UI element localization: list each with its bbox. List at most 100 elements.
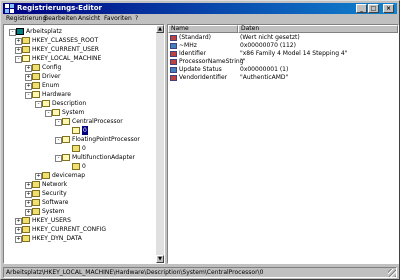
expand-icon[interactable]: + bbox=[15, 236, 22, 243]
folder-open-icon bbox=[62, 118, 70, 125]
tree-node-label[interactable]: HKEY_CURRENT_CONFIG bbox=[32, 225, 106, 234]
value-row[interactable]: Update Status 0x00000001 (1) bbox=[168, 66, 398, 74]
status-bar: Arbeitsplatz\HKEY_LOCAL_MACHINE\Hardware… bbox=[3, 267, 397, 278]
folder-icon bbox=[32, 181, 40, 188]
tree-node-label[interactable]: CentralProcessor bbox=[72, 117, 123, 126]
folder-open-icon bbox=[22, 55, 30, 62]
tree-node-label[interactable]: 0 bbox=[82, 162, 86, 171]
tree-node-label[interactable]: Driver bbox=[42, 72, 60, 81]
expand-icon[interactable]: + bbox=[15, 218, 22, 225]
expand-icon[interactable]: + bbox=[25, 191, 32, 198]
expand-icon[interactable]: + bbox=[25, 209, 32, 216]
value-row[interactable]: ProcessorNameString "" bbox=[168, 58, 398, 66]
string-value-icon bbox=[170, 59, 177, 65]
title-bar[interactable]: Registrierungs-Editor _ □ × bbox=[3, 3, 397, 14]
value-row[interactable]: ~MHz 0x00000070 (112) bbox=[168, 42, 398, 50]
value-data: 0x00000070 (112) bbox=[240, 42, 296, 49]
string-value-icon bbox=[170, 51, 177, 57]
collapse-icon[interactable]: - bbox=[55, 137, 62, 144]
tree-node-label[interactable]: HKEY_LOCAL_MACHINE bbox=[32, 54, 101, 63]
tree-node-label[interactable]: System bbox=[62, 108, 84, 117]
tree-node-label[interactable]: Enum bbox=[42, 81, 59, 90]
tree-node-label[interactable]: Hardware bbox=[42, 90, 71, 99]
close-button[interactable]: × bbox=[383, 4, 394, 13]
folder-open-icon bbox=[62, 136, 70, 143]
menu-registrierung[interactable]: Registrierung bbox=[6, 14, 46, 23]
column-header-name[interactable]: Name bbox=[168, 25, 238, 33]
collapse-icon[interactable]: - bbox=[55, 119, 62, 126]
folder-icon bbox=[22, 37, 30, 44]
binary-value-icon bbox=[170, 67, 177, 73]
scroll-up-icon[interactable]: ▲ bbox=[156, 25, 164, 33]
value-data: "x86 Family 4 Model 14 Stepping 4" bbox=[240, 50, 348, 57]
tree-node-label[interactable]: HKEY_CLASSES_ROOT bbox=[32, 36, 98, 45]
folder-icon bbox=[22, 217, 30, 224]
menu-favoriten[interactable]: Favoriten bbox=[104, 14, 132, 23]
tree-node-label[interactable]: Arbeitsplatz bbox=[26, 27, 62, 36]
tree-node-label[interactable]: 0 bbox=[82, 126, 88, 135]
folder-icon bbox=[32, 208, 40, 215]
expand-icon[interactable]: + bbox=[25, 200, 32, 207]
folder-icon bbox=[32, 64, 40, 71]
folder-icon bbox=[32, 199, 40, 206]
registry-tree-pane[interactable]: - Arbeitsplatz + HKEY_CLASSES_ROOT + HKEY_CUR… bbox=[3, 24, 165, 264]
tree-vertical-scrollbar[interactable]: ▲ ▼ bbox=[156, 25, 164, 263]
tree-node-label[interactable]: Network bbox=[42, 180, 67, 189]
tree-node-label[interactable]: Security bbox=[42, 189, 67, 198]
registry-editor-icon bbox=[5, 4, 14, 13]
value-row[interactable]: VendorIdentifier "AuthenticAMD" bbox=[168, 74, 398, 82]
value-row[interactable]: (Standard) (Wert nicht gesetzt) bbox=[168, 34, 398, 42]
folder-icon bbox=[32, 190, 40, 197]
expand-icon[interactable]: + bbox=[25, 74, 32, 81]
expand-icon[interactable]: + bbox=[25, 65, 32, 72]
menu-bearbeiten[interactable]: Bearbeiten bbox=[44, 14, 77, 23]
folder-icon bbox=[32, 82, 40, 89]
tree-node-label[interactable]: HKEY_DYN_DATA bbox=[32, 234, 82, 243]
tree-node-label[interactable]: System bbox=[42, 207, 64, 216]
binary-value-icon bbox=[170, 43, 177, 49]
tree-node-label[interactable]: devicemap bbox=[52, 171, 85, 180]
value-name: (Standard) bbox=[179, 34, 211, 41]
folder-icon bbox=[72, 145, 80, 152]
menu-help[interactable]: ? bbox=[135, 14, 138, 23]
tree-node-label[interactable]: FloatingPointProcessor bbox=[72, 135, 140, 144]
folder-open-icon bbox=[32, 91, 40, 98]
expand-icon[interactable]: + bbox=[35, 173, 42, 180]
maximize-button[interactable]: □ bbox=[368, 4, 379, 13]
value-name: VendorIdentifier bbox=[179, 74, 228, 81]
value-name: Identifier bbox=[179, 50, 207, 57]
expand-icon[interactable]: + bbox=[15, 47, 22, 54]
value-row[interactable]: Identifier "x86 Family 4 Model 14 Steppin… bbox=[168, 50, 398, 58]
expand-icon[interactable]: + bbox=[15, 227, 22, 234]
expand-icon[interactable]: + bbox=[25, 83, 32, 90]
computer-icon bbox=[16, 28, 24, 35]
tree-node-label[interactable]: Config bbox=[42, 63, 61, 72]
tree-node-label[interactable]: Description bbox=[52, 99, 86, 108]
minimize-button[interactable]: _ bbox=[356, 4, 367, 13]
expand-icon[interactable]: + bbox=[15, 38, 22, 45]
tree-node-label[interactable]: Software bbox=[42, 198, 68, 207]
resize-grip-icon[interactable] bbox=[388, 269, 396, 277]
column-header-data[interactable]: Daten bbox=[238, 25, 398, 33]
values-list-pane[interactable]: Name Daten (Standard) (Wert nicht gesetzt… bbox=[167, 24, 399, 264]
value-data: (Wert nicht gesetzt) bbox=[240, 34, 300, 41]
collapse-icon[interactable]: - bbox=[45, 110, 52, 117]
scroll-down-icon[interactable]: ▼ bbox=[156, 255, 164, 263]
folder-open-icon bbox=[52, 109, 60, 116]
folder-icon bbox=[22, 226, 30, 233]
tree-node-label[interactable]: MultifunctionAdapter bbox=[72, 153, 135, 162]
collapse-icon[interactable]: - bbox=[15, 56, 22, 63]
collapse-icon[interactable]: - bbox=[9, 29, 16, 36]
window-title: Registrierungs-Editor bbox=[17, 4, 102, 12]
tree-node-label[interactable]: 0 bbox=[82, 144, 86, 153]
collapse-icon[interactable]: - bbox=[25, 92, 32, 99]
folder-open-icon bbox=[72, 127, 80, 134]
tree-node-label[interactable]: HKEY_CURRENT_USER bbox=[32, 45, 99, 54]
value-data: "" bbox=[240, 58, 246, 65]
value-name: ~MHz bbox=[179, 42, 197, 49]
collapse-icon[interactable]: - bbox=[35, 101, 42, 108]
tree-node-label[interactable]: HKEY_USERS bbox=[32, 216, 71, 225]
collapse-icon[interactable]: - bbox=[55, 155, 62, 162]
menu-ansicht[interactable]: Ansicht bbox=[78, 14, 100, 23]
expand-icon[interactable]: + bbox=[25, 182, 32, 189]
